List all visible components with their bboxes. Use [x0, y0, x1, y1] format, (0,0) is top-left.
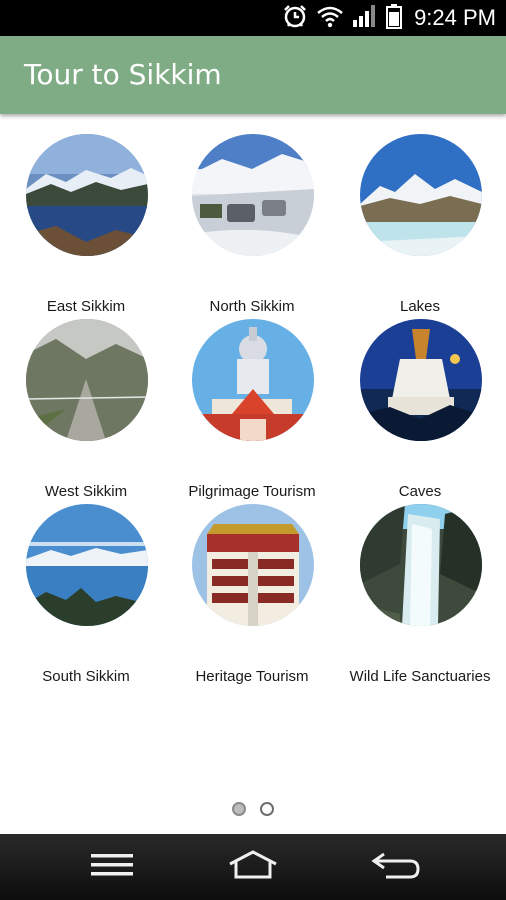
navigation-bar [0, 834, 506, 900]
mountain-valley-photo [26, 319, 148, 441]
menu-button[interactable] [82, 850, 142, 884]
wifi-icon [316, 4, 344, 33]
status-bar: 9:24 PM [0, 0, 506, 36]
page-dot-2[interactable] [260, 802, 274, 816]
category-heritage-tourism[interactable]: Heritage Tourism [168, 504, 336, 685]
category-label: South Sikkim [42, 668, 130, 685]
lake-valley-photo [26, 134, 148, 256]
alarm-icon [282, 3, 308, 34]
page-indicator [0, 802, 506, 822]
category-label: West Sikkim [44, 483, 128, 500]
category-label: East Sikkim [46, 298, 126, 315]
category-label: Lakes [399, 298, 441, 315]
back-icon [370, 850, 422, 885]
category-label: North Sikkim [209, 298, 295, 315]
home-button[interactable] [223, 849, 283, 885]
category-lakes[interactable]: Lakes [336, 134, 504, 315]
stupa-night-photo [360, 319, 482, 441]
home-icon [226, 849, 280, 885]
menu-icon [89, 851, 135, 884]
waterfall-photo [360, 504, 482, 626]
category-label: Pilgrimage Tourism [188, 483, 316, 500]
app-screen: 9:24 PM Tour to Sikkim East Sikkim North… [0, 0, 506, 900]
category-south-sikkim[interactable]: South Sikkim [2, 504, 170, 685]
category-label: Wild Life Sanctuaries [349, 668, 491, 685]
category-caves[interactable]: Caves [336, 319, 504, 500]
kanchenjunga-sky-photo [26, 504, 148, 626]
page-dot-1[interactable] [232, 802, 246, 816]
category-west-sikkim[interactable]: West Sikkim [2, 319, 170, 500]
category-north-sikkim[interactable]: North Sikkim [168, 134, 336, 315]
category-label: Heritage Tourism [195, 668, 309, 685]
app-title: Tour to Sikkim [24, 58, 222, 91]
back-button[interactable] [366, 850, 426, 884]
category-grid: East Sikkim North Sikkim Lakes West Sikk… [0, 114, 506, 714]
category-east-sikkim[interactable]: East Sikkim [2, 134, 170, 315]
category-pilgrimage-tourism[interactable]: Pilgrimage Tourism [168, 319, 336, 500]
battery-icon [386, 3, 403, 34]
app-bar: Tour to Sikkim [0, 36, 506, 114]
frozen-lake-mountains-photo [360, 134, 482, 256]
category-wild-life-sanctuaries[interactable]: Wild Life Sanctuaries [336, 504, 504, 685]
monastery-facade-photo [192, 504, 314, 626]
signal-icon [352, 4, 378, 33]
shiva-statue-temple-photo [192, 319, 314, 441]
category-label: Caves [398, 483, 442, 500]
snow-road-vehicles-photo [192, 134, 314, 256]
clock-time: 9:24 PM [414, 5, 496, 30]
